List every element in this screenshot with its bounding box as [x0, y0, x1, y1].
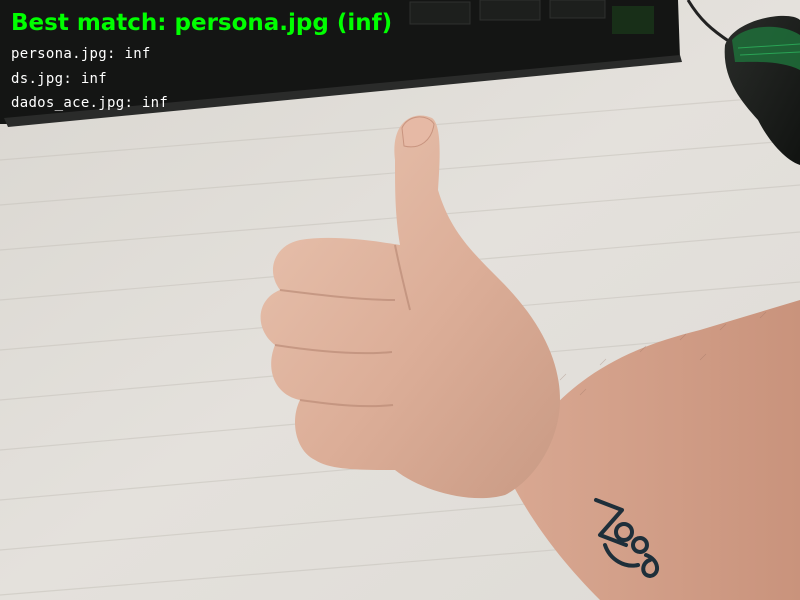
camera-frame — [0, 0, 800, 600]
